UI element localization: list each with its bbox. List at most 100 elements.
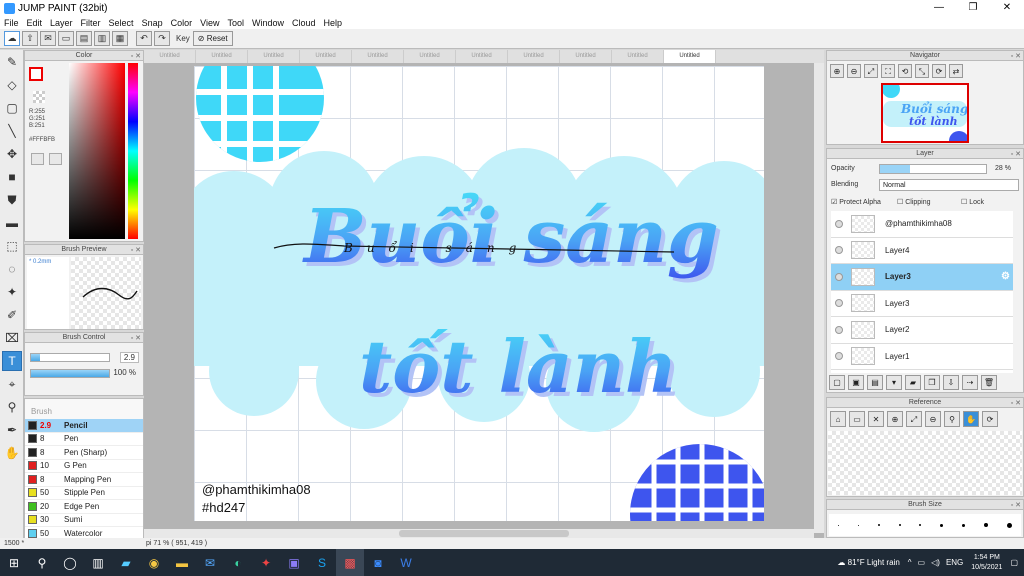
open-reference-icon[interactable]: ⌂: [830, 411, 846, 427]
rectangle-tool-icon[interactable]: ▢: [2, 98, 22, 118]
layer-opacity-slider[interactable]: [879, 164, 987, 174]
brush-item[interactable]: 8 Pen (Sharp): [25, 446, 143, 460]
pinned-app-icon[interactable]: ✦: [252, 549, 280, 576]
brush-item[interactable]: 8 Mapping Pen: [25, 473, 143, 487]
visibility-icon[interactable]: [835, 246, 843, 255]
fullscreen-icon[interactable]: ⤡: [915, 64, 929, 78]
word-icon[interactable]: W: [392, 549, 420, 576]
brush-item[interactable]: 2.9 Pencil: [25, 419, 143, 433]
transfer-icon[interactable]: ⇢: [962, 375, 978, 390]
clipping-checkbox[interactable]: ☐ Clipping: [897, 198, 931, 206]
notification-icon[interactable]: ▢: [1010, 558, 1018, 567]
menu-tool[interactable]: Tool: [223, 18, 248, 28]
select-eraser-icon[interactable]: ⌧: [2, 328, 22, 348]
brush-size-preset[interactable]: [838, 524, 840, 526]
actual-size-icon[interactable]: ⛶: [881, 64, 895, 78]
reset-button[interactable]: ⊘ Reset: [192, 31, 233, 46]
search-icon[interactable]: ⚲: [28, 549, 56, 576]
panel-close-icon[interactable]: ▫ ✕: [131, 246, 141, 256]
document-tab[interactable]: Untitled: [404, 50, 456, 63]
brush-size-preset[interactable]: [858, 524, 860, 526]
document-tab[interactable]: Untitled: [612, 50, 664, 63]
menu-edit[interactable]: Edit: [23, 18, 47, 28]
grid-icon[interactable]: ▦: [112, 31, 128, 46]
store-icon[interactable]: ▰: [112, 549, 140, 576]
move-tool-icon[interactable]: ✥: [2, 144, 22, 164]
menu-select[interactable]: Select: [105, 18, 138, 28]
brush-size-preset[interactable]: [1006, 522, 1012, 528]
visibility-icon[interactable]: [835, 299, 843, 308]
weather-icon[interactable]: ☁: [837, 558, 847, 567]
line-tool-icon[interactable]: ╲: [2, 121, 22, 141]
brush-item[interactable]: 30 Sumi: [25, 514, 143, 527]
panel-close-icon[interactable]: ▫ ✕: [1011, 501, 1021, 511]
maximize-button[interactable]: ❐: [956, 0, 990, 16]
blending-select[interactable]: Normal: [879, 179, 1019, 191]
reference-view[interactable]: [828, 431, 1022, 495]
fill-rect-tool-icon[interactable]: ■: [2, 167, 22, 187]
zoom-in-icon[interactable]: ⊕: [887, 411, 903, 427]
document-tab[interactable]: Untitled: [508, 50, 560, 63]
folder-icon[interactable]: ▬: [168, 549, 196, 576]
new-layer-copy-icon[interactable]: ▣: [848, 375, 864, 390]
language-indicator[interactable]: ENG: [946, 558, 963, 567]
cloud-icon[interactable]: ☁: [4, 31, 20, 46]
brush-item[interactable]: 8 Pen: [25, 433, 143, 446]
drawing-canvas[interactable]: Buổi sáng Buổi sáng tốt lành tốt lành Bu…: [194, 66, 764, 521]
rotate-left-icon[interactable]: ⟲: [898, 64, 912, 78]
eraser-tool-icon[interactable]: ◇: [2, 75, 22, 95]
visibility-icon[interactable]: [835, 219, 843, 228]
saturation-value-picker[interactable]: [69, 63, 125, 239]
new-layer-icon[interactable]: ▢: [829, 375, 845, 390]
widgets-icon[interactable]: ▥: [84, 549, 112, 576]
document-tab[interactable]: Untitled: [352, 50, 404, 63]
horizontal-scroll-thumb[interactable]: [399, 530, 569, 537]
layer-row[interactable]: @phamthikimha08: [831, 211, 1013, 238]
swap-icon[interactable]: [49, 153, 62, 165]
brush-item[interactable]: 10 G Pen: [25, 460, 143, 473]
brush-opacity-slider[interactable]: [30, 369, 110, 378]
network-icon[interactable]: ▭: [918, 558, 926, 567]
eyedropper-tool-icon[interactable]: ⚲: [2, 397, 22, 417]
lock-checkbox[interactable]: ☐ Lock: [961, 198, 984, 206]
menu-cloud[interactable]: Cloud: [288, 18, 320, 28]
select-pen-icon[interactable]: ✐: [2, 305, 22, 325]
zoom-out-icon[interactable]: ⊖: [925, 411, 941, 427]
volume-icon[interactable]: ◁): [931, 558, 940, 567]
delete-layer-icon[interactable]: 🗑: [981, 375, 997, 390]
zoom-icon[interactable]: ◙: [364, 549, 392, 576]
brush-size-preset[interactable]: [983, 523, 988, 527]
close-reference-icon[interactable]: ✕: [868, 411, 884, 427]
close-button[interactable]: ✕: [990, 0, 1024, 16]
bucket-tool-icon[interactable]: ⛊: [2, 190, 22, 210]
operation-tool-icon[interactable]: ⌖: [2, 374, 22, 394]
brush-size-preset[interactable]: [961, 523, 965, 527]
eyedropper-icon[interactable]: ⚲: [944, 411, 960, 427]
clock[interactable]: 1:54 PM 10/5/2021: [971, 553, 1002, 573]
menu-window[interactable]: Window: [248, 18, 288, 28]
navigator-thumbnail[interactable]: Buổi sáng tốt lành: [881, 83, 969, 143]
document-tab[interactable]: Untitled: [456, 50, 508, 63]
hand-icon[interactable]: ✋: [963, 411, 979, 427]
folder-open-icon[interactable]: ▭: [849, 411, 865, 427]
menu-color[interactable]: Color: [167, 18, 197, 28]
brush-size-preset[interactable]: [898, 524, 901, 526]
document-tab[interactable]: Untitled: [664, 50, 716, 63]
page-icon[interactable]: ▥: [94, 31, 110, 46]
chrome-icon[interactable]: ◉: [140, 549, 168, 576]
zoom-out-icon[interactable]: ⊖: [847, 64, 861, 78]
document-icon[interactable]: ▤: [76, 31, 92, 46]
visibility-icon[interactable]: [835, 325, 843, 334]
document-tab[interactable]: Untitled: [248, 50, 300, 63]
windows-start-icon[interactable]: ⊞: [0, 549, 28, 576]
horizontal-scrollbar[interactable]: [144, 529, 814, 538]
select-rect-tool-icon[interactable]: ⬚: [2, 236, 22, 256]
brush-size-value[interactable]: 2.9: [119, 352, 139, 363]
panel-close-icon[interactable]: ▫ ✕: [1011, 150, 1021, 160]
menu-snap[interactable]: Snap: [138, 18, 167, 28]
text-tool-icon[interactable]: T: [2, 351, 22, 371]
hand-tool-icon[interactable]: ✋: [2, 443, 22, 463]
gear-icon[interactable]: ⚙: [1001, 271, 1010, 282]
menu-layer[interactable]: Layer: [46, 18, 77, 28]
minimize-button[interactable]: —: [922, 0, 956, 16]
